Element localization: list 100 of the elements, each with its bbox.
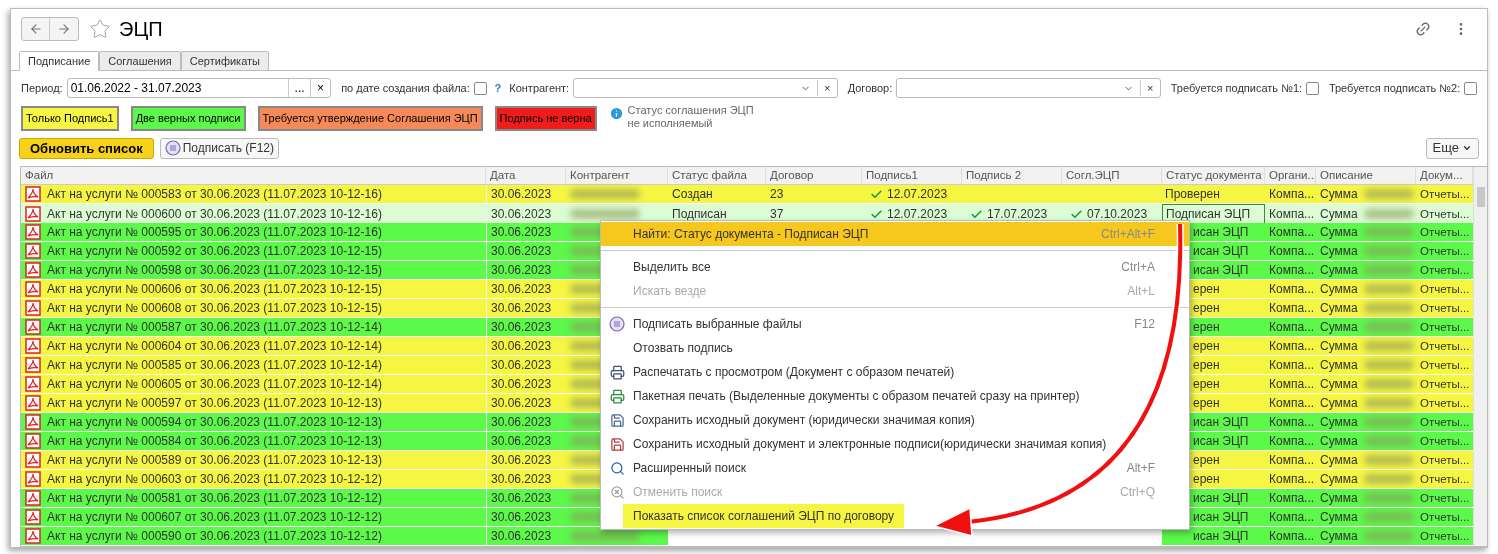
table-cell[interactable]: Акт на услуги № 000605 от 30.06.2023 (11.07.2023 10-12-14) (21, 375, 486, 394)
table-cell[interactable]: Акт на услуги № 000592 от 30.06.2023 (11.07.2023 10-12-15) (21, 242, 486, 261)
table-cell[interactable]: Акт на услуги № 000603 от 30.06.2023 (11.07.2023 10-12-12) (21, 470, 486, 489)
column-header[interactable]: Контрагент (566, 167, 668, 185)
seal-icon (164, 140, 181, 156)
blurred-text (1363, 398, 1414, 409)
cell-text: Сумма (1320, 433, 1358, 451)
field-label: Договор: (847, 80, 893, 96)
table-cell: 30.06.2023 (486, 337, 566, 356)
cell-text: Акт на услуги № 000605 от 30.06.2023 (11.07.2023 10-12-14) (47, 376, 382, 394)
menu-item[interactable]: Найти: Статус документа - Подписан ЭЦП Ctrl+Alt+F (601, 222, 1189, 246)
scrollbar[interactable] (1473, 167, 1487, 546)
table-cell: 30.06.2023 (486, 394, 566, 413)
clear-button[interactable]: × (310, 79, 331, 97)
column-header[interactable]: Договор (766, 167, 862, 185)
refresh-button[interactable]: Обновить список (19, 137, 154, 159)
cell-text: Акт на услуги № 000589 от 30.06.2023 (11.07.2023 10-12-13) (47, 452, 382, 470)
column-header[interactable]: Подпись1 (862, 167, 962, 185)
cell-text: Сумма (1320, 452, 1358, 470)
table-cell: 30.06.2023 (486, 489, 566, 508)
more-button[interactable]: Еще (1425, 137, 1479, 159)
table-cell: Отчеты... (1416, 375, 1473, 394)
tab[interactable]: Подписание (19, 51, 100, 71)
table-cell[interactable]: Акт на услуги № 000595 от 30.06.2023 (11.07.2023 10-12-16) (21, 223, 486, 242)
blurred-text (570, 531, 640, 542)
column-header[interactable]: Дата (486, 167, 566, 185)
table-cell: 30.06.2023 (486, 280, 566, 299)
cell-text: Акт на услуги № 000606 от 30.06.2023 (11.07.2023 10-12-15) (47, 281, 382, 299)
table-cell[interactable]: Акт на услуги № 000606 от 30.06.2023 (11.07.2023 10-12-15) (21, 280, 486, 299)
column-header[interactable]: Файл (21, 167, 486, 185)
help-link[interactable]: ? (494, 79, 502, 97)
contragent-field[interactable]: × (573, 78, 838, 98)
table-cell[interactable]: Акт на услуги № 000590 от 30.06.2023 (11.07.2023 10-12-12) (21, 527, 486, 546)
favorite-star-icon[interactable] (89, 18, 111, 40)
field-label: Требуется подписать №2: (1328, 80, 1461, 96)
table-cell[interactable]: Акт на услуги № 000604 от 30.06.2023 (11.07.2023 10-12-14) (21, 337, 486, 356)
cell-text: 12.07.2023 (887, 186, 948, 204)
checkbox[interactable] (473, 81, 487, 95)
contract-field[interactable]: × (896, 78, 1161, 98)
cell-text: Акт на услуги № 000587 от 30.06.2023 (11.07.2023 10-12-14) (47, 319, 382, 337)
blurred-text (1363, 189, 1414, 200)
blurred-text (1363, 284, 1414, 295)
table-cell[interactable]: Акт на услуги № 000594 от 30.06.2023 (11.07.2023 10-12-13) (21, 413, 486, 432)
table-cell[interactable]: Акт на услуги № 000607 от 30.06.2023 (11.07.2023 10-12-12) (21, 508, 486, 527)
table-cell[interactable]: Акт на услуги № 000608 от 30.06.2023 (11.07.2023 10-12-15) (21, 299, 486, 318)
blurred-text (1363, 303, 1414, 314)
table-cell: Компа... (1265, 413, 1316, 432)
period-field[interactable]: 01.06.2022 - 31.07.2023 ... × (66, 78, 332, 98)
table-cell[interactable]: Акт на услуги № 000581 от 30.06.2023 (11.07.2023 10-12-12) (21, 489, 486, 508)
blurred-text (1363, 436, 1414, 447)
table-cell[interactable]: Акт на услуги № 000585 от 30.06.2023 (11.07.2023 10-12-14) (21, 356, 486, 375)
table-cell: Компа... (1265, 318, 1316, 337)
table-cell[interactable]: Акт на услуги № 000589 от 30.06.2023 (11.07.2023 10-12-13) (21, 451, 486, 470)
tab[interactable]: Сертификаты (180, 51, 269, 71)
table-cell[interactable]: Акт на услуги № 000587 от 30.06.2023 (11.07.2023 10-12-14) (21, 318, 486, 337)
column-header[interactable]: Статус файла (668, 167, 766, 185)
table-cell: 30.06.2023 (486, 318, 566, 337)
table-cell[interactable]: Акт на услуги № 000584 от 30.06.2023 (11.07.2023 10-12-13) (21, 432, 486, 451)
info-text: Статус соглашения ЭЦП не исполняемый (627, 104, 755, 130)
table-cell[interactable]: Акт на услуги № 000597 от 30.06.2023 (11.07.2023 10-12-13) (21, 394, 486, 413)
sign-button[interactable]: Подписать (F12) (159, 137, 280, 159)
clear-button[interactable]: × (1139, 79, 1160, 97)
blurred-text (1363, 341, 1414, 352)
table-cell: Отчеты... (1416, 508, 1473, 527)
blurred-text (1363, 322, 1414, 333)
table-cell: Отчеты... (1416, 185, 1473, 204)
table-cell: Компа... (1265, 356, 1316, 375)
column-header[interactable]: Подпись 2 (962, 167, 1062, 185)
cell-text: Акт на услуги № 000584 от 30.06.2023 (11.07.2023 10-12-13) (47, 433, 382, 451)
column-header[interactable]: Согл.ЭЦП (1062, 167, 1162, 185)
table-cell[interactable]: Акт на услуги № 000600 от 30.06.2023 (11.07.2023 10-12-16) (21, 204, 486, 225)
search-cancel-icon (609, 484, 625, 500)
column-header[interactable]: Статус документа (1162, 167, 1265, 185)
table-cell[interactable]: Акт на услуги № 000598 от 30.06.2023 (11.07.2023 10-12-15) (21, 261, 486, 280)
select-period-button[interactable]: ... (288, 79, 311, 97)
check-icon (970, 207, 983, 221)
arrow-right-icon (57, 22, 71, 36)
checkbox[interactable] (1464, 81, 1478, 95)
table-cell: 30.06.2023 (486, 356, 566, 375)
table-cell: Отчеты... (1416, 470, 1473, 489)
clear-button[interactable]: × (816, 79, 837, 97)
column-header[interactable]: Описание (1316, 167, 1416, 185)
cell-text: Сумма (1320, 414, 1358, 432)
cell-text: Акт на услуги № 000600 от 30.06.2023 (11.07.2023 10-12-16) (47, 206, 382, 224)
blurred-text (1363, 265, 1414, 276)
cell-text: Сумма (1320, 357, 1358, 375)
blurred-text (570, 209, 640, 220)
legend-swatch: Требуется утверждение Соглашения ЭЦП (257, 106, 483, 131)
legend-swatch: Только Подпись1 (21, 106, 119, 131)
table-cell: Отчеты... (1416, 413, 1473, 432)
table-cell: 30.06.2023 (486, 185, 566, 204)
tab[interactable]: Соглашения (99, 51, 181, 71)
cell-text: Сумма (1320, 395, 1358, 413)
table-cell: Компа... (1265, 223, 1316, 242)
table-cell: Компа... (1265, 280, 1316, 299)
table-cell[interactable]: Акт на услуги № 000583 от 30.06.2023 (11.07.2023 10-12-16) (21, 185, 486, 204)
blurred-text (1363, 417, 1414, 428)
cell-text: Сумма (1320, 186, 1358, 204)
table-cell: Отчеты... (1416, 242, 1473, 261)
checkbox[interactable] (1306, 81, 1319, 95)
